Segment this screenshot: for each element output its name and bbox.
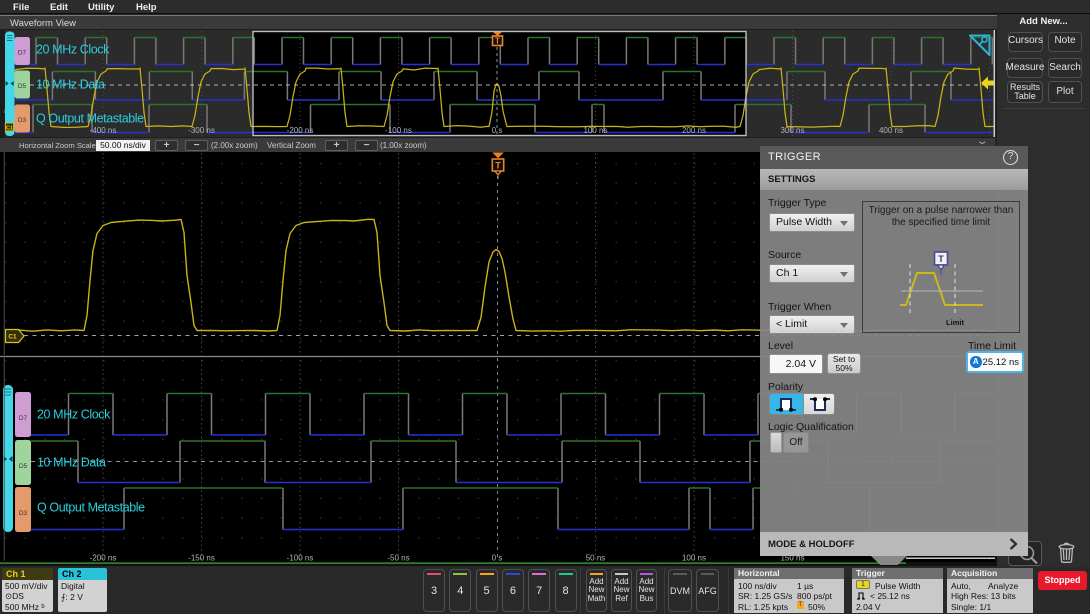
- svg-text:20 MHz Clock: 20 MHz Clock: [37, 408, 111, 422]
- svg-text:Q Output Metastable: Q Output Metastable: [37, 501, 145, 515]
- svg-text:T: T: [495, 37, 500, 46]
- svg-text:D5: D5: [19, 463, 28, 470]
- svg-text:Q Output Metastable: Q Output Metastable: [36, 112, 144, 126]
- svg-text:-200 ns: -200 ns: [287, 126, 314, 135]
- svg-text:-100 ns: -100 ns: [385, 126, 412, 135]
- svg-text:Limit: Limit: [946, 318, 964, 327]
- svg-text:400 ns: 400 ns: [879, 126, 903, 135]
- svg-text:100 ns: 100 ns: [682, 554, 706, 563]
- svg-text:0 s: 0 s: [492, 126, 503, 135]
- svg-text:10 MHz Data: 10 MHz Data: [36, 78, 105, 92]
- svg-text:0 s: 0 s: [492, 554, 503, 563]
- svg-text:200 ns: 200 ns: [682, 126, 706, 135]
- svg-text:D3: D3: [19, 510, 28, 517]
- svg-text:300 ns: 300 ns: [780, 126, 804, 135]
- svg-text:-100 ns: -100 ns: [287, 554, 314, 563]
- svg-text:D5: D5: [18, 83, 27, 90]
- svg-text:D7: D7: [18, 50, 27, 57]
- svg-text:C1: C1: [8, 334, 17, 341]
- svg-text:-50 ns: -50 ns: [387, 554, 409, 563]
- svg-text:D3: D3: [18, 117, 27, 124]
- svg-text:D7: D7: [19, 415, 28, 422]
- svg-text:-150 ns: -150 ns: [188, 554, 215, 563]
- svg-text:10 MHz Data: 10 MHz Data: [37, 456, 106, 470]
- svg-text:T: T: [938, 254, 944, 264]
- svg-text:50 ns: 50 ns: [586, 554, 606, 563]
- svg-text:-300 ns: -300 ns: [188, 126, 215, 135]
- svg-text:-200 ns: -200 ns: [90, 554, 117, 563]
- svg-text:C1: C1: [6, 125, 13, 131]
- svg-text:T: T: [495, 160, 501, 170]
- svg-text:20 MHz Clock: 20 MHz Clock: [36, 43, 110, 57]
- svg-text:-400 ns: -400 ns: [90, 126, 117, 135]
- svg-text:100 ns: 100 ns: [583, 126, 607, 135]
